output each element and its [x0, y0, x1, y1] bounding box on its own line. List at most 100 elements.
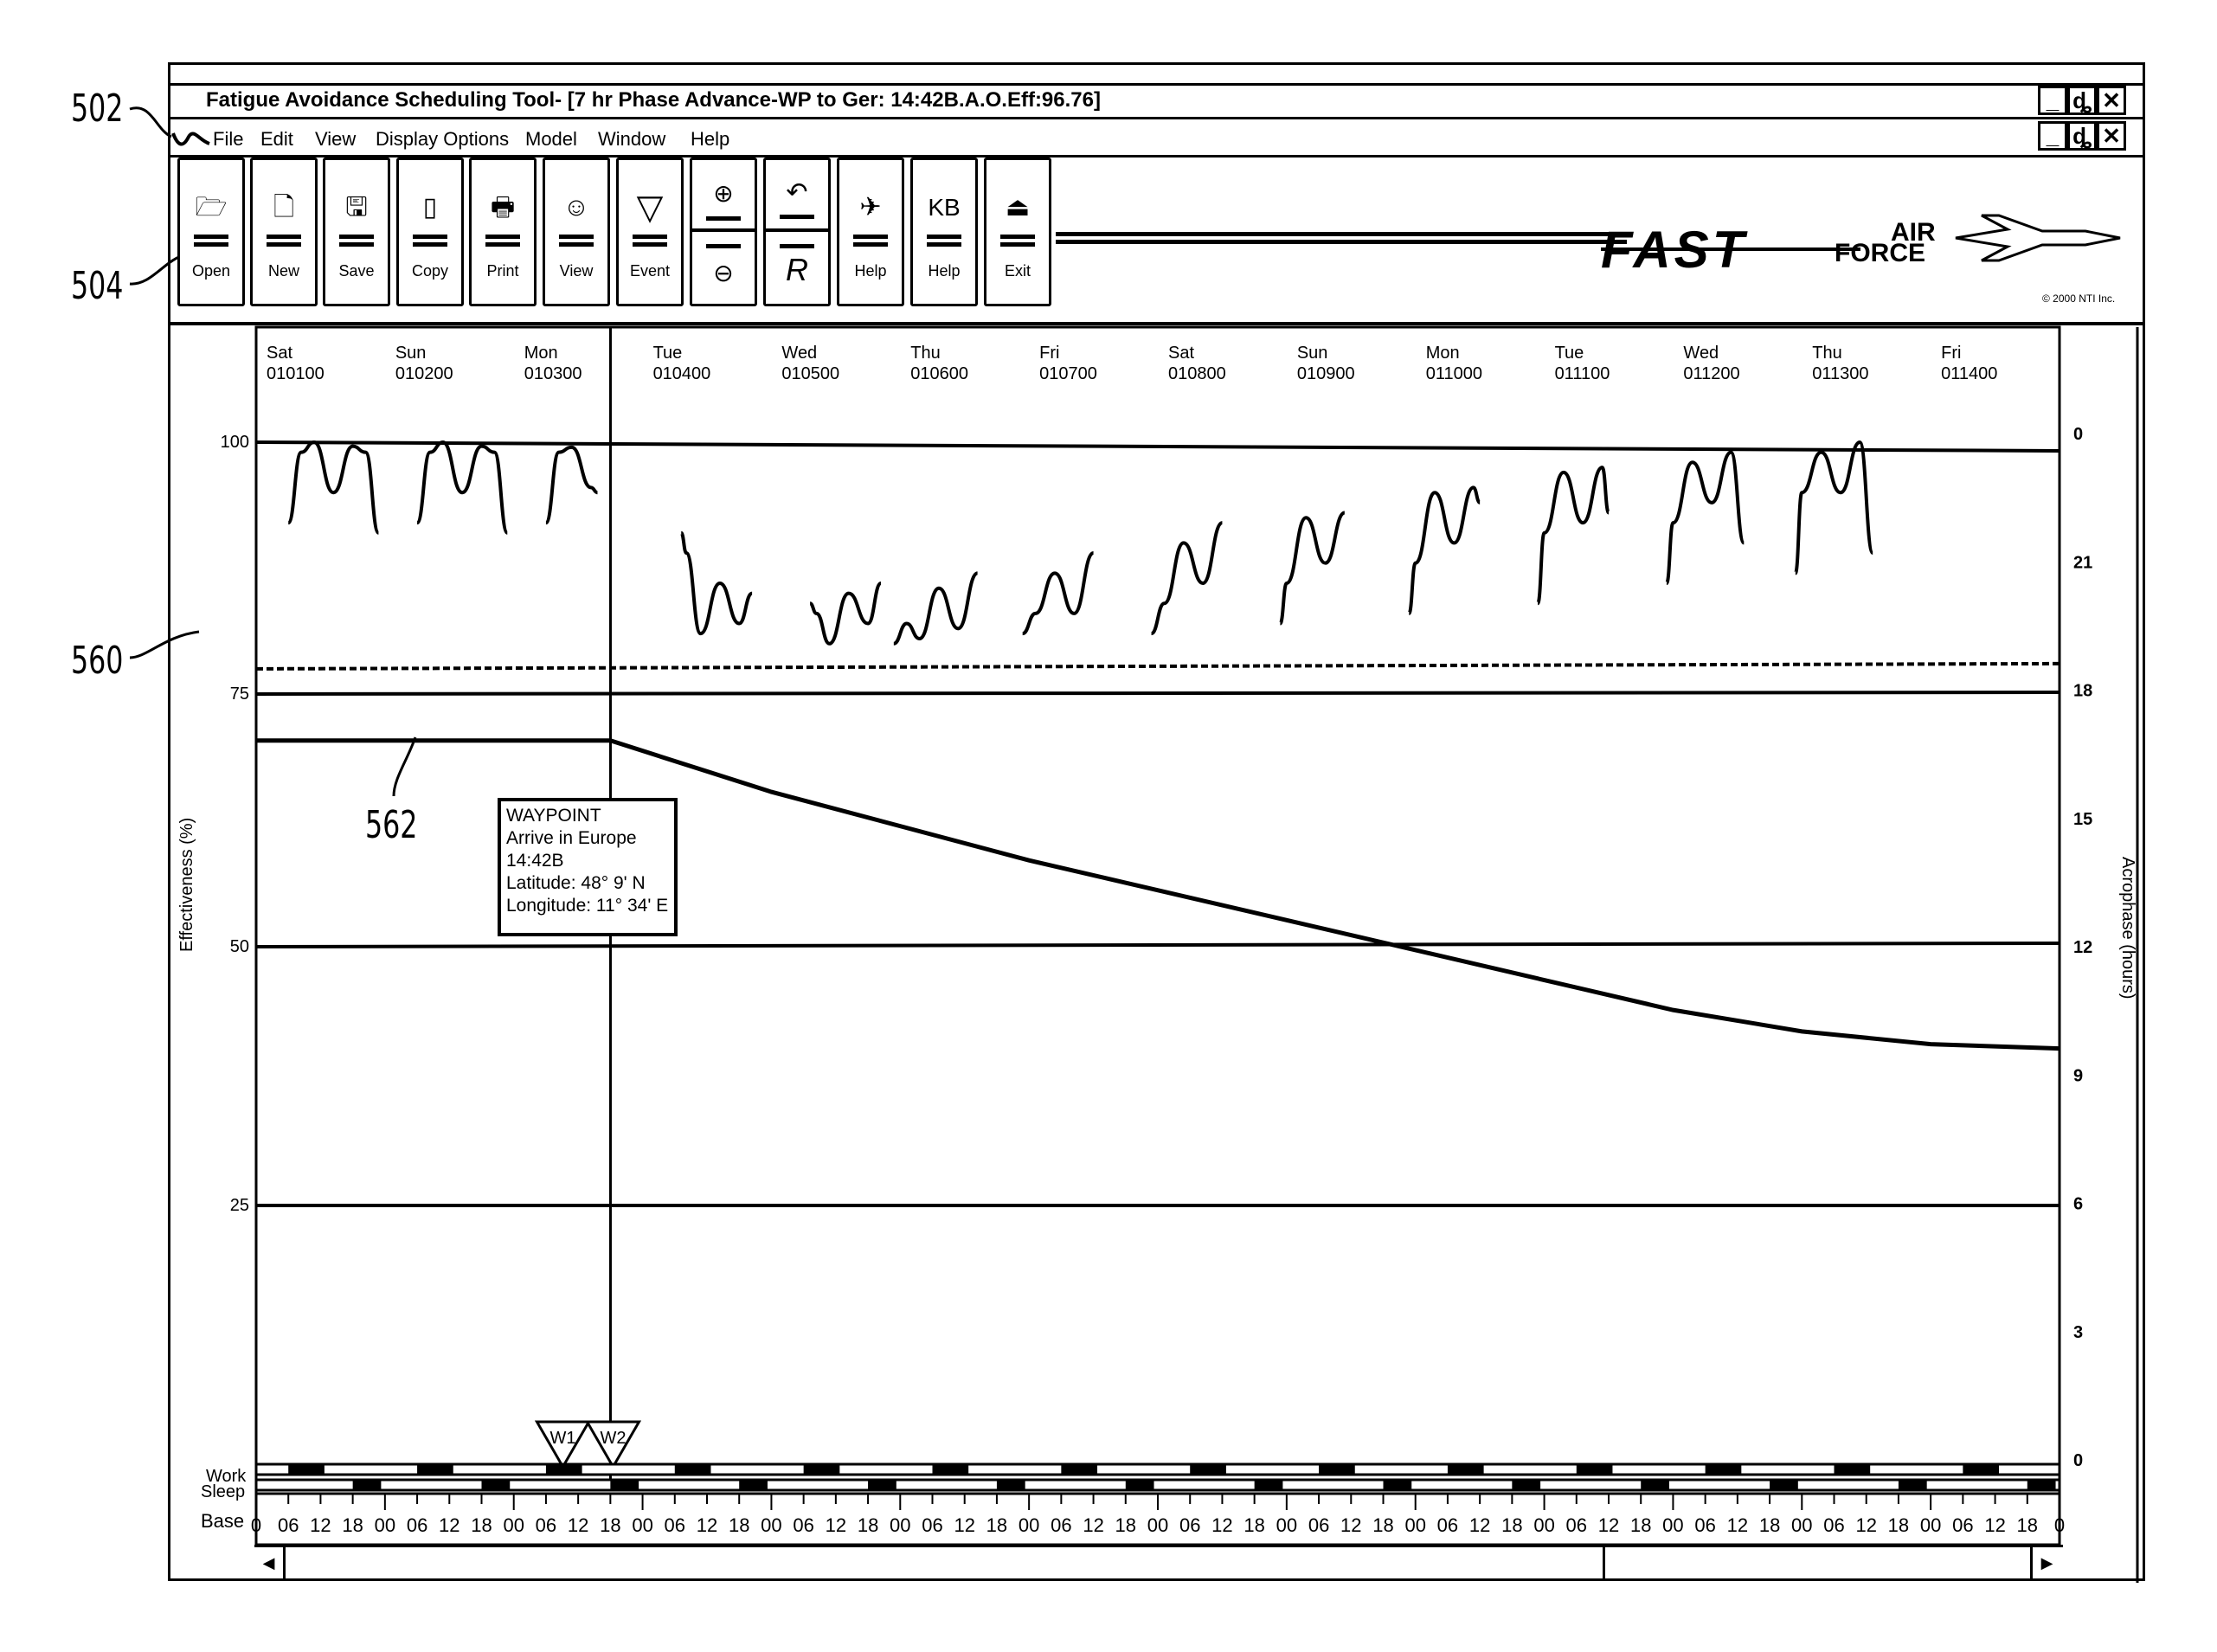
day-date-label: 010100	[267, 364, 325, 383]
base-tick-label: 00	[890, 1514, 910, 1536]
base-tick-label: 06	[1823, 1514, 1844, 1536]
sleep-row-label: Sleep	[201, 1482, 246, 1501]
base-tick-label: 00	[632, 1514, 652, 1536]
base-tick-label: 00	[1276, 1514, 1297, 1536]
effectiveness-curve-segment	[543, 445, 598, 525]
base-tick-label: 00	[1019, 1514, 1039, 1536]
day-name-label: Tue	[653, 344, 683, 363]
y-tick-label: 50	[230, 937, 249, 956]
base-tick-label: 06	[1308, 1514, 1329, 1536]
base-tick-label: 12	[1211, 1514, 1232, 1536]
day-date-label: 010300	[524, 364, 582, 383]
y2-axis-label: Acrophase (hours)	[2118, 857, 2137, 1000]
gridline-75	[255, 691, 2060, 696]
y2-tick-label: 15	[2073, 810, 2092, 829]
base-tick-label: 12	[439, 1514, 459, 1536]
base-tick-label: 12	[1598, 1514, 1619, 1536]
day-date-label: 011000	[1426, 364, 1482, 383]
effectiveness-chart: 1007550250211815129630Sat010100Sun010200…	[221, 325, 2139, 1583]
work-period-block	[1447, 1465, 1484, 1474]
y2-tick-label: 0	[2073, 1451, 2083, 1470]
base-tick-label: 06	[1051, 1514, 1071, 1536]
day-date-label: 010900	[1297, 364, 1355, 383]
base-tick-label: 12	[697, 1514, 717, 1536]
y2-tick-label: 9	[2073, 1066, 2083, 1085]
base-tick-label: 00	[1662, 1514, 1683, 1536]
work-period-block	[288, 1465, 325, 1474]
day-name-label: Sun	[1297, 344, 1328, 363]
base-tick-label: 06	[1566, 1514, 1587, 1536]
waypoint-marker-label: W1	[549, 1429, 575, 1448]
tooltip-time: 14:42B	[506, 851, 564, 871]
waypoint-marker-label: W2	[600, 1429, 626, 1448]
base-tick-label: 12	[1340, 1514, 1361, 1536]
gridline-100	[255, 440, 2060, 453]
y2-tick-label: 3	[2073, 1323, 2083, 1342]
work-period-block	[417, 1465, 453, 1474]
y-axis-label: Effectiveness (%)	[177, 817, 196, 952]
base-tick-label: 06	[1179, 1514, 1200, 1536]
y2-tick-label: 21	[2073, 553, 2092, 572]
base-tick-label: 18	[2017, 1514, 2038, 1536]
effectiveness-curve-segment	[1021, 551, 1095, 636]
plot-frame	[254, 325, 2061, 1547]
work-period-block	[545, 1465, 582, 1474]
base-row-label: Base	[201, 1510, 245, 1532]
base-tick-label: 06	[278, 1514, 299, 1536]
sleep-period-block	[1125, 1481, 1154, 1489]
work-period-block	[1963, 1465, 2000, 1474]
y2-tick-label: 0	[2073, 425, 2083, 444]
base-tick-label: 18	[1759, 1514, 1780, 1536]
sleep-period-block	[1254, 1481, 1283, 1489]
day-name-label: Sun	[395, 344, 427, 363]
base-tick-label: 12	[1469, 1514, 1490, 1536]
scrollbar-thumb[interactable]	[1603, 1547, 2032, 1578]
y2-tick-label: 18	[2073, 682, 2092, 701]
threshold-dashed-line	[255, 661, 2060, 671]
base-tick-label: 12	[826, 1514, 846, 1536]
work-period-block	[1061, 1465, 1098, 1474]
base-tick-label: 00	[503, 1514, 524, 1536]
base-tick-label: 18	[1243, 1514, 1264, 1536]
scroll-left-button[interactable]: ◀	[254, 1547, 286, 1578]
sleep-period-block	[1770, 1481, 1798, 1489]
sleep-period-block	[1641, 1481, 1669, 1489]
base-tick-label: 06	[922, 1514, 942, 1536]
sleep-period-block	[996, 1481, 1025, 1489]
sleep-period-block	[610, 1481, 639, 1489]
base-tick-label: 12	[568, 1514, 588, 1536]
effectiveness-curve-segment	[415, 440, 510, 535]
day-date-label: 010800	[1168, 364, 1226, 383]
base-tick-label: 18	[1888, 1514, 1909, 1536]
day-date-label: 010500	[781, 364, 839, 383]
sleep-period-block	[1898, 1481, 1927, 1489]
base-tick-label: 18	[1372, 1514, 1393, 1536]
tooltip-latitude: Latitude: 48° 9' N	[506, 873, 646, 893]
day-date-label: 010700	[1039, 364, 1097, 383]
base-tick-label: 18	[471, 1514, 492, 1536]
effectiveness-curve-segment	[1278, 511, 1346, 626]
base-tick-label: 00	[1533, 1514, 1554, 1536]
sleep-period-block	[739, 1481, 768, 1489]
base-tick-label: 0	[251, 1514, 261, 1536]
day-date-label: 011400	[1941, 364, 1997, 383]
tooltip-title: WAYPOINT	[506, 806, 601, 826]
base-tick-label: 00	[1920, 1514, 1941, 1536]
y-tick-label: 25	[230, 1196, 249, 1215]
base-tick-label: 18	[729, 1514, 749, 1536]
base-tick-label: 12	[310, 1514, 331, 1536]
sleep-period-block	[2027, 1481, 2056, 1489]
base-tick-label: 12	[1727, 1514, 1748, 1536]
base-tick-label: 00	[1147, 1514, 1168, 1536]
day-name-label: Tue	[1555, 344, 1584, 363]
base-tick-label: 18	[858, 1514, 878, 1536]
effectiveness-curve-segment	[1536, 466, 1610, 606]
base-tick-label: 06	[1952, 1514, 1973, 1536]
day-date-label: 010600	[910, 364, 968, 383]
scroll-right-button[interactable]: ▶	[2030, 1547, 2061, 1578]
sleep-period-block	[352, 1481, 382, 1489]
effectiveness-curve-segment	[1407, 485, 1481, 615]
base-tick-label: 12	[1083, 1514, 1103, 1536]
base-tick-label: 18	[342, 1514, 363, 1536]
base-tick-label: 00	[375, 1514, 395, 1536]
